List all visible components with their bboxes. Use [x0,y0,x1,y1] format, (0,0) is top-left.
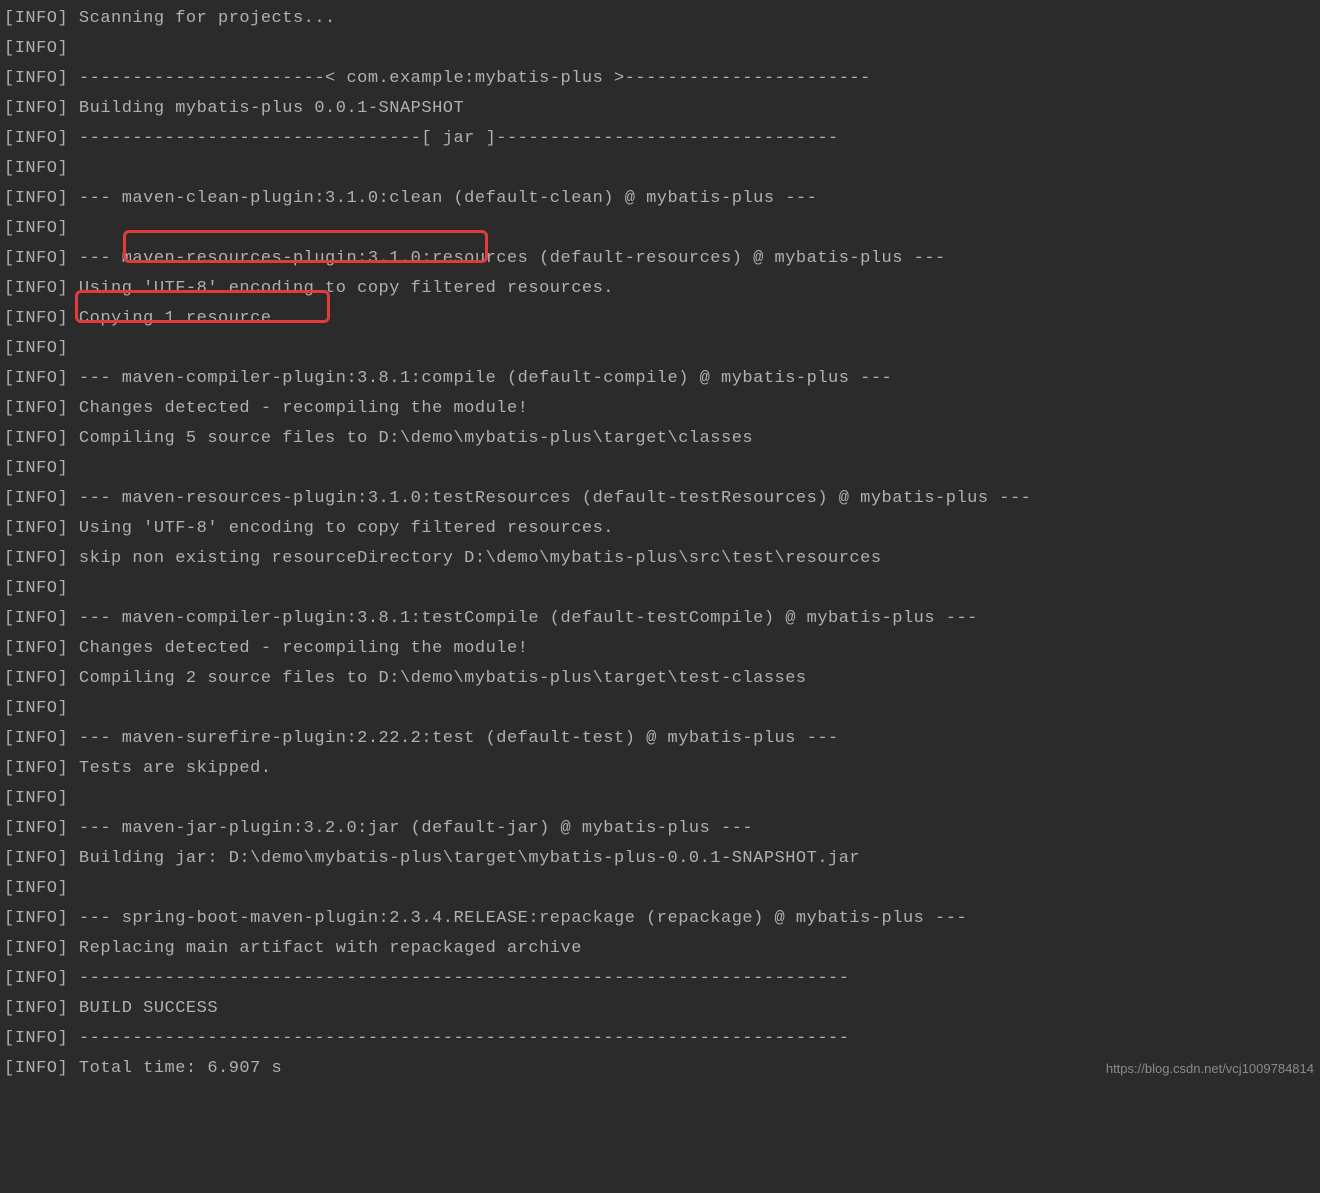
log-line: [INFO] --- maven-resources-plugin:3.1.0:… [4,484,1316,514]
log-line: [INFO] BUILD SUCCESS [4,994,1316,1024]
log-line: [INFO] --- maven-resources-plugin:3.1.0:… [4,244,1316,274]
log-line: [INFO] [4,454,1316,484]
log-line: [INFO] Using 'UTF-8' encoding to copy fi… [4,514,1316,544]
log-line: [INFO] Compiling 5 source files to D:\de… [4,424,1316,454]
log-line: [INFO] Replacing main artifact with repa… [4,934,1316,964]
log-line: [INFO] Copying 1 resource [4,304,1316,334]
log-line: [INFO] --- maven-jar-plugin:3.2.0:jar (d… [4,814,1316,844]
log-line: [INFO] Changes detected - recompiling th… [4,394,1316,424]
log-line: [INFO] Tests are skipped. [4,754,1316,784]
watermark-text: https://blog.csdn.net/vcj1009784814 [1106,1054,1314,1084]
log-output: [INFO] Scanning for projects...[INFO][IN… [4,4,1316,1084]
log-line: [INFO] [4,784,1316,814]
log-line: [INFO] --- maven-compiler-plugin:3.8.1:t… [4,604,1316,634]
log-line: [INFO] Using 'UTF-8' encoding to copy fi… [4,274,1316,304]
log-line: [INFO] [4,34,1316,64]
log-line: [INFO] ---------------------------------… [4,964,1316,994]
log-line: [INFO] [4,694,1316,724]
log-line: [INFO] [4,574,1316,604]
log-line: [INFO] [4,214,1316,244]
log-line: [INFO] Changes detected - recompiling th… [4,634,1316,664]
log-line: [INFO] --- maven-clean-plugin:3.1.0:clea… [4,184,1316,214]
log-line: [INFO] [4,874,1316,904]
log-line: [INFO] --------------------------------[… [4,124,1316,154]
log-line: [INFO] --- maven-surefire-plugin:2.22.2:… [4,724,1316,754]
log-line: [INFO] Building mybatis-plus 0.0.1-SNAPS… [4,94,1316,124]
log-line: [INFO] ---------------------------------… [4,1024,1316,1054]
log-line: [INFO] -----------------------< com.exam… [4,64,1316,94]
log-line: [INFO] Building jar: D:\demo\mybatis-plu… [4,844,1316,874]
log-line: [INFO] Scanning for projects... [4,4,1316,34]
log-line: [INFO] --- spring-boot-maven-plugin:2.3.… [4,904,1316,934]
log-line: [INFO] skip non existing resourceDirecto… [4,544,1316,574]
log-line: [INFO] [4,334,1316,364]
log-line: [INFO] --- maven-compiler-plugin:3.8.1:c… [4,364,1316,394]
log-line: [INFO] Compiling 2 source files to D:\de… [4,664,1316,694]
log-line: [INFO] [4,154,1316,184]
